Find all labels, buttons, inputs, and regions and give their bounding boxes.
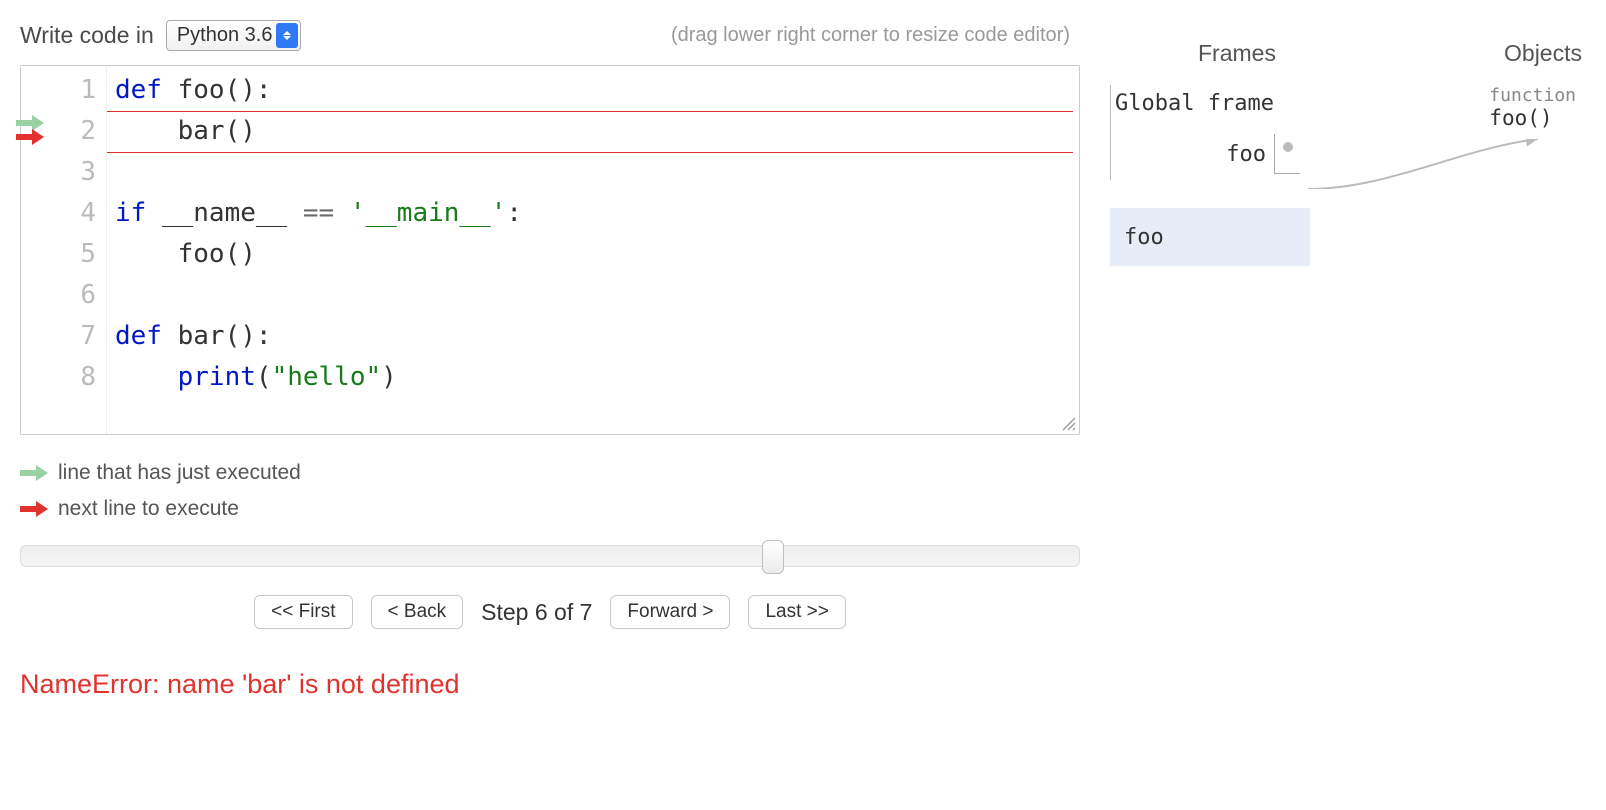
error-message: NameError: name 'bar' is not defined xyxy=(20,669,1080,700)
step-label: Step 6 of 7 xyxy=(481,599,592,626)
code-editor[interactable]: 1 2 3 4 5 6 7 8 def foo(): bar() xyxy=(20,65,1080,435)
editor-header: Write code in Python 3.6 (drag lower rig… xyxy=(20,20,1080,51)
object-type-label: function xyxy=(1489,85,1576,106)
code-line xyxy=(115,275,1071,316)
forward-button[interactable]: Forward > xyxy=(610,595,730,629)
code-line: def bar(): xyxy=(115,316,1071,357)
gutter: 1 2 3 4 5 6 7 8 xyxy=(21,66,107,434)
code-line: bar() xyxy=(115,111,1071,152)
frames-objects-headers: Frames Objects xyxy=(1110,40,1586,85)
pointer-arrow-icon xyxy=(1308,139,1548,189)
resize-handle-icon[interactable] xyxy=(1062,417,1076,431)
object-repr: foo() xyxy=(1489,106,1576,130)
resize-hint: (drag lower right corner to resize code … xyxy=(671,24,1080,47)
objects-column: function foo() xyxy=(1489,85,1576,130)
code-area[interactable]: def foo(): bar() if __name__ == '__main_… xyxy=(107,66,1079,434)
last-button[interactable]: Last >> xyxy=(748,595,845,629)
global-frame-title: Global frame xyxy=(1111,91,1308,116)
global-frame: Global frame foo xyxy=(1110,85,1310,180)
step-controls: << First < Back Step 6 of 7 Forward > La… xyxy=(20,595,1080,629)
code-line: if __name__ == '__main__': xyxy=(115,193,1071,234)
chevron-updown-icon xyxy=(276,23,298,48)
language-select-value: Python 3.6 xyxy=(177,24,273,47)
language-select[interactable]: Python 3.6 xyxy=(166,20,302,51)
step-slider[interactable] xyxy=(20,545,1080,567)
prev-line-arrow-icon xyxy=(20,465,48,481)
slider-thumb[interactable] xyxy=(762,540,784,574)
next-line-arrow-icon xyxy=(20,501,48,517)
code-line: print("hello") xyxy=(115,357,1071,398)
objects-header: Objects xyxy=(1504,40,1582,67)
write-code-label: Write code in xyxy=(20,22,154,49)
back-button[interactable]: < Back xyxy=(371,595,464,629)
first-button[interactable]: << First xyxy=(254,595,352,629)
code-line xyxy=(115,152,1071,193)
legend-next-line: next line to execute xyxy=(58,497,239,521)
call-frame: foo xyxy=(1110,208,1310,266)
frames-area: Global frame foo function foo() xyxy=(1110,85,1586,266)
global-var-name: foo xyxy=(1226,142,1266,167)
next-line-arrow-icon xyxy=(16,129,44,145)
frames-header: Frames xyxy=(1198,40,1276,67)
legend: line that has just executed next line to… xyxy=(20,455,1080,527)
pointer-dot-icon xyxy=(1283,142,1293,152)
var-pointer-box xyxy=(1274,134,1300,174)
code-line: foo() xyxy=(115,234,1071,275)
legend-just-executed: line that has just executed xyxy=(58,461,301,485)
call-frame-name: foo xyxy=(1124,225,1164,250)
code-line: def foo(): xyxy=(115,70,1071,111)
